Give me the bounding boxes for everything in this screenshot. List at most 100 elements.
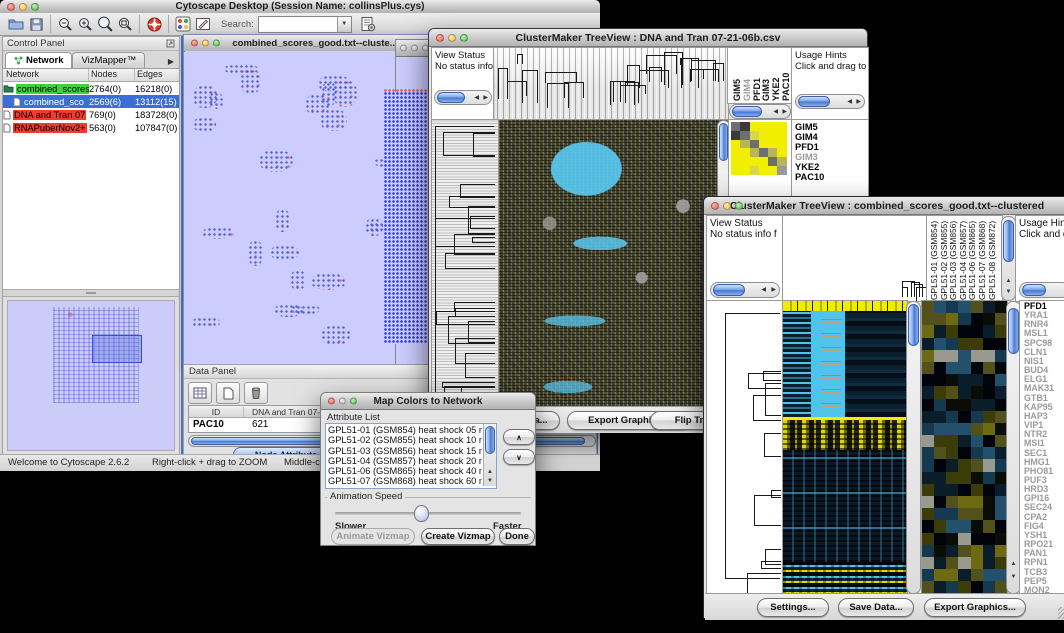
network-node-cluster[interactable] — [311, 273, 346, 290]
move-up-button[interactable]: ∧ — [503, 429, 535, 445]
attribute-list-item[interactable]: GPL51-06 (GSM865) heat shock 40 min — [328, 466, 482, 476]
row-label[interactable]: YKE2 — [795, 162, 868, 172]
treeview2-column-dendrogram[interactable] — [782, 215, 928, 302]
move-down-button[interactable]: ∨ — [503, 449, 535, 465]
zoom-button[interactable] — [350, 398, 357, 405]
window-controls[interactable] — [191, 40, 220, 47]
column-header-network[interactable]: Network — [3, 69, 89, 81]
network-list-row[interactable]: DNA and Tran 07769(0)183728(0) — [3, 108, 179, 121]
row-label[interactable]: GIM5 — [795, 122, 868, 132]
scroll-down-icon[interactable]: ▼ — [1006, 289, 1012, 295]
scrollbar-thumb[interactable] — [1022, 284, 1046, 296]
scroll-right-icon[interactable]: ▶ — [483, 95, 488, 101]
column-label[interactable]: GPL51-01 (GSM854) — [929, 217, 939, 300]
network-node-cluster[interactable] — [202, 227, 234, 239]
delete-attribute-button[interactable] — [244, 382, 268, 404]
attribute-list-item[interactable]: GPL51-03 (GSM856) heat shock 15 min — [328, 446, 482, 456]
create-vizmap-button[interactable]: Create Vizmap — [421, 528, 495, 545]
zoom-in-button[interactable] — [75, 14, 95, 34]
network-list-row[interactable]: RNAPuberNov2+563(0)107847(0) — [3, 121, 179, 134]
scroll-left-icon[interactable]: ◀ — [773, 109, 778, 115]
close-button[interactable] — [711, 202, 719, 210]
network-list-row[interactable]: combined_sco2569(6)13112(15) — [3, 95, 179, 108]
annotation-button[interactable] — [193, 14, 213, 34]
zoom-fit-button[interactable] — [95, 14, 115, 34]
scrollbar-thumb[interactable] — [798, 96, 830, 107]
zoom-button[interactable] — [213, 40, 220, 47]
help-button[interactable] — [144, 14, 164, 34]
network-node-cluster[interactable] — [290, 270, 306, 290]
save-session-button[interactable] — [26, 14, 46, 34]
row-label[interactable]: PFD1 — [795, 142, 868, 152]
column-label[interactable]: GIM5 — [732, 48, 741, 101]
zoom-button[interactable] — [31, 3, 39, 11]
table-column-id[interactable]: ID — [189, 407, 244, 417]
treeview1-titlebar[interactable]: ClusterMaker TreeView : DNA and Tran 07-… — [429, 29, 867, 47]
minimize-button[interactable] — [202, 40, 209, 47]
scrollbar-thumb[interactable] — [908, 304, 919, 346]
column-label[interactable]: GPL51-02 (GSM855) — [939, 217, 949, 300]
export-graphics-button[interactable]: Export Graphics... — [924, 598, 1026, 617]
save-data-button[interactable]: Save Data... — [838, 598, 914, 617]
treeview1-zoom-heatmap[interactable] — [731, 122, 787, 175]
treeview1-row-dendrogram[interactable] — [431, 119, 500, 408]
scroll-down-icon[interactable]: ▼ — [487, 478, 493, 484]
tab-overflow-arrow-icon[interactable]: ▶ — [168, 57, 177, 68]
scroll-up-icon[interactable]: ▲ — [1006, 278, 1012, 284]
treeview1-global-heatmap[interactable] — [498, 119, 730, 408]
close-button[interactable] — [400, 45, 407, 52]
window-controls[interactable] — [328, 398, 357, 405]
network-node-cluster[interactable] — [270, 245, 299, 260]
zoom-button[interactable] — [735, 202, 743, 210]
column-label[interactable]: GPL51-07 (GSM868) — [977, 217, 987, 300]
close-button[interactable] — [191, 40, 198, 47]
scroll-up-icon[interactable]: ▲ — [487, 469, 493, 475]
float-panel-icon[interactable] — [166, 35, 175, 53]
view-status-hscrollbar[interactable]: ◀ ▶ — [710, 282, 780, 298]
minimize-button[interactable] — [339, 398, 346, 405]
scroll-up-icon[interactable]: ▲ — [1011, 561, 1017, 567]
column-label[interactable]: GPL51-06 (GSM865) — [967, 217, 977, 300]
attribute-list[interactable]: GPL51-01 (GSM854) heat shock 05 min GPL51… — [325, 423, 497, 489]
scroll-left-icon[interactable]: ◀ — [847, 99, 852, 105]
attribute-list-vscrollbar[interactable]: ▲ ▼ — [483, 424, 496, 486]
speed-slider-thumb[interactable] — [414, 505, 429, 522]
attribute-select-button[interactable] — [188, 382, 212, 404]
scrollbar-thumb[interactable] — [732, 106, 762, 117]
usage-hints-hscrollbar[interactable]: ◀ ▶ — [795, 94, 865, 109]
row-label[interactable]: GIM3 — [795, 152, 868, 162]
treeview2-titlebar[interactable]: ClusterMaker TreeView : combined_scores_… — [704, 197, 1064, 215]
scroll-right-icon[interactable]: ▶ — [771, 287, 776, 293]
scroll-left-icon[interactable]: ◀ — [474, 95, 479, 101]
attribute-list-item[interactable]: GPL51-01 (GSM854) heat shock 05 min — [328, 425, 482, 435]
network-node-cluster[interactable] — [259, 150, 293, 172]
column-header-nodes[interactable]: Nodes — [89, 69, 135, 81]
network-node-cluster[interactable] — [209, 92, 223, 109]
column-label[interactable]: PFD1 — [752, 48, 761, 101]
treeview2-global-heatmap[interactable] — [782, 300, 908, 595]
done-button[interactable]: Done — [499, 528, 535, 545]
column-header-edges[interactable]: Edges — [135, 69, 181, 81]
usage-hints-hscrollbar[interactable] — [1019, 282, 1064, 298]
network-node-cluster[interactable] — [333, 80, 357, 107]
network-node-cluster[interactable] — [248, 240, 263, 266]
global-heatmap-vscrollbar[interactable] — [906, 301, 921, 594]
main-titlebar[interactable]: Cytoscape Desktop (Session Name: collins… — [0, 0, 600, 14]
vizmapper-button[interactable] — [173, 14, 193, 34]
window-controls[interactable] — [711, 202, 743, 210]
row-label[interactable]: GIM4 — [795, 132, 868, 142]
search-combobox[interactable]: ▼ — [258, 16, 352, 33]
settings-button[interactable]: Settings... — [757, 598, 829, 617]
network-node-cluster[interactable] — [305, 94, 329, 115]
close-button[interactable] — [7, 3, 15, 11]
minimize-button[interactable] — [19, 3, 27, 11]
scroll-left-icon[interactable]: ◀ — [761, 287, 766, 293]
close-button[interactable] — [328, 398, 335, 405]
column-label[interactable]: GPL51-08 (GSM872) — [987, 217, 997, 300]
network-node-cluster[interactable] — [192, 317, 220, 328]
attribute-list-item[interactable]: GPL51-04 (GSM857) heat shock 20 min — [328, 456, 482, 466]
tab-vizmapper[interactable]: VizMapper™ — [72, 52, 145, 68]
network-node-cluster[interactable] — [193, 117, 216, 132]
column-label[interactable]: GPL51-03 (GSM856) — [948, 217, 958, 300]
animate-vizmap-button[interactable]: Animate Vizmap — [331, 528, 415, 545]
